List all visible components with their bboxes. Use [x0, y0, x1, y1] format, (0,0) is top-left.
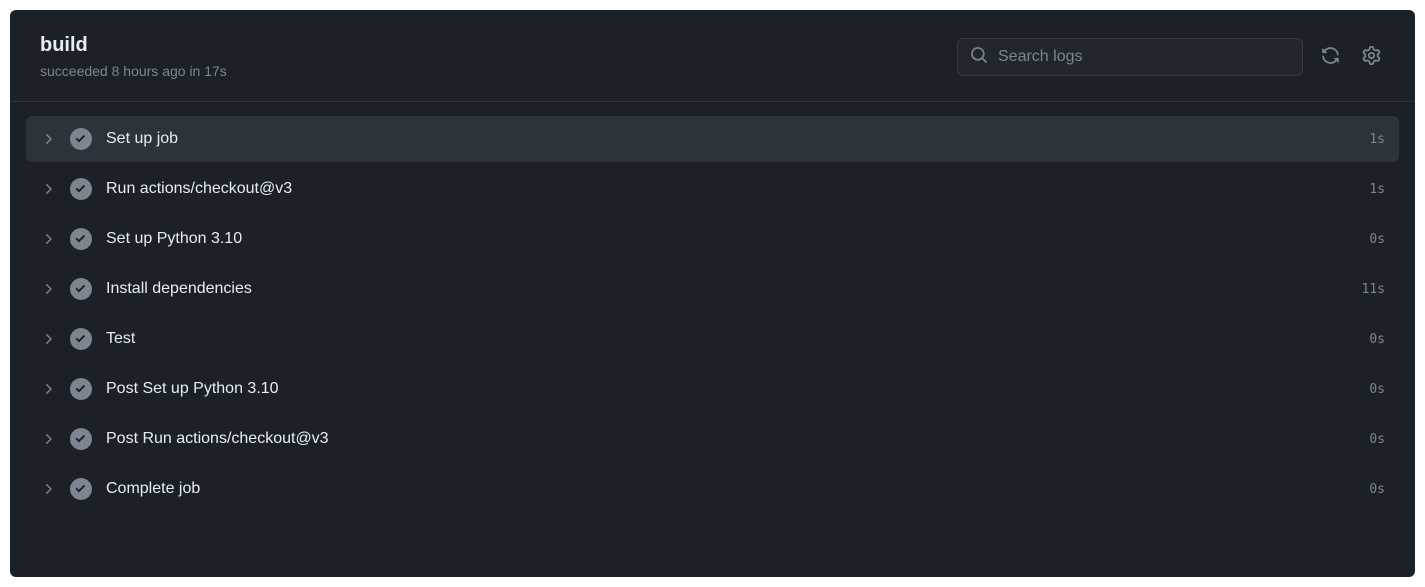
check-circle-icon	[70, 478, 92, 500]
step-duration: 0s	[1369, 232, 1385, 247]
step-duration: 0s	[1369, 382, 1385, 397]
header-actions	[957, 38, 1385, 76]
step-duration: 0s	[1369, 332, 1385, 347]
step-duration: 0s	[1369, 432, 1385, 447]
chevron-right-icon	[40, 231, 56, 247]
step-row[interactable]: Post Set up Python 3.10 0s	[26, 366, 1399, 412]
chevron-right-icon	[40, 181, 56, 197]
step-row[interactable]: Set up Python 3.10 0s	[26, 216, 1399, 262]
check-circle-icon	[70, 278, 92, 300]
steps-list: Set up job 1s Run actions/checkout@v3 1s…	[10, 102, 1415, 530]
step-duration: 11s	[1362, 282, 1385, 297]
check-circle-icon	[70, 228, 92, 250]
search-input[interactable]	[998, 48, 1290, 66]
chevron-right-icon	[40, 481, 56, 497]
step-row[interactable]: Test 0s	[26, 316, 1399, 362]
step-row[interactable]: Complete job 0s	[26, 466, 1399, 512]
step-name: Run actions/checkout@v3	[106, 180, 1369, 198]
chevron-right-icon	[40, 331, 56, 347]
check-circle-icon	[70, 378, 92, 400]
header-title-block: build succeeded 8 hours ago in 17s	[40, 34, 227, 79]
job-log-panel: build succeeded 8 hours ago in 17s	[10, 10, 1415, 577]
check-circle-icon	[70, 428, 92, 450]
job-title: build	[40, 34, 227, 57]
step-name: Post Set up Python 3.10	[106, 380, 1369, 398]
step-row[interactable]: Post Run actions/checkout@v3 0s	[26, 416, 1399, 462]
settings-button[interactable]	[1358, 42, 1385, 72]
step-name: Complete job	[106, 480, 1369, 498]
refresh-button[interactable]	[1317, 42, 1344, 72]
panel-header: build succeeded 8 hours ago in 17s	[10, 10, 1415, 102]
step-name: Post Run actions/checkout@v3	[106, 430, 1369, 448]
step-name: Test	[106, 330, 1369, 348]
search-logs-box[interactable]	[957, 38, 1303, 76]
chevron-right-icon	[40, 381, 56, 397]
chevron-right-icon	[40, 131, 56, 147]
sync-icon	[1321, 46, 1340, 68]
job-status-text: succeeded 8 hours ago in 17s	[40, 63, 227, 79]
gear-icon	[1362, 46, 1381, 68]
step-duration: 0s	[1369, 482, 1385, 497]
chevron-right-icon	[40, 281, 56, 297]
search-icon	[970, 46, 988, 69]
step-name: Set up job	[106, 130, 1369, 148]
check-circle-icon	[70, 178, 92, 200]
step-row[interactable]: Install dependencies 11s	[26, 266, 1399, 312]
step-row[interactable]: Run actions/checkout@v3 1s	[26, 166, 1399, 212]
check-circle-icon	[70, 328, 92, 350]
step-name: Set up Python 3.10	[106, 230, 1369, 248]
step-name: Install dependencies	[106, 280, 1362, 298]
check-circle-icon	[70, 128, 92, 150]
chevron-right-icon	[40, 431, 56, 447]
step-row[interactable]: Set up job 1s	[26, 116, 1399, 162]
step-duration: 1s	[1369, 132, 1385, 147]
step-duration: 1s	[1369, 182, 1385, 197]
